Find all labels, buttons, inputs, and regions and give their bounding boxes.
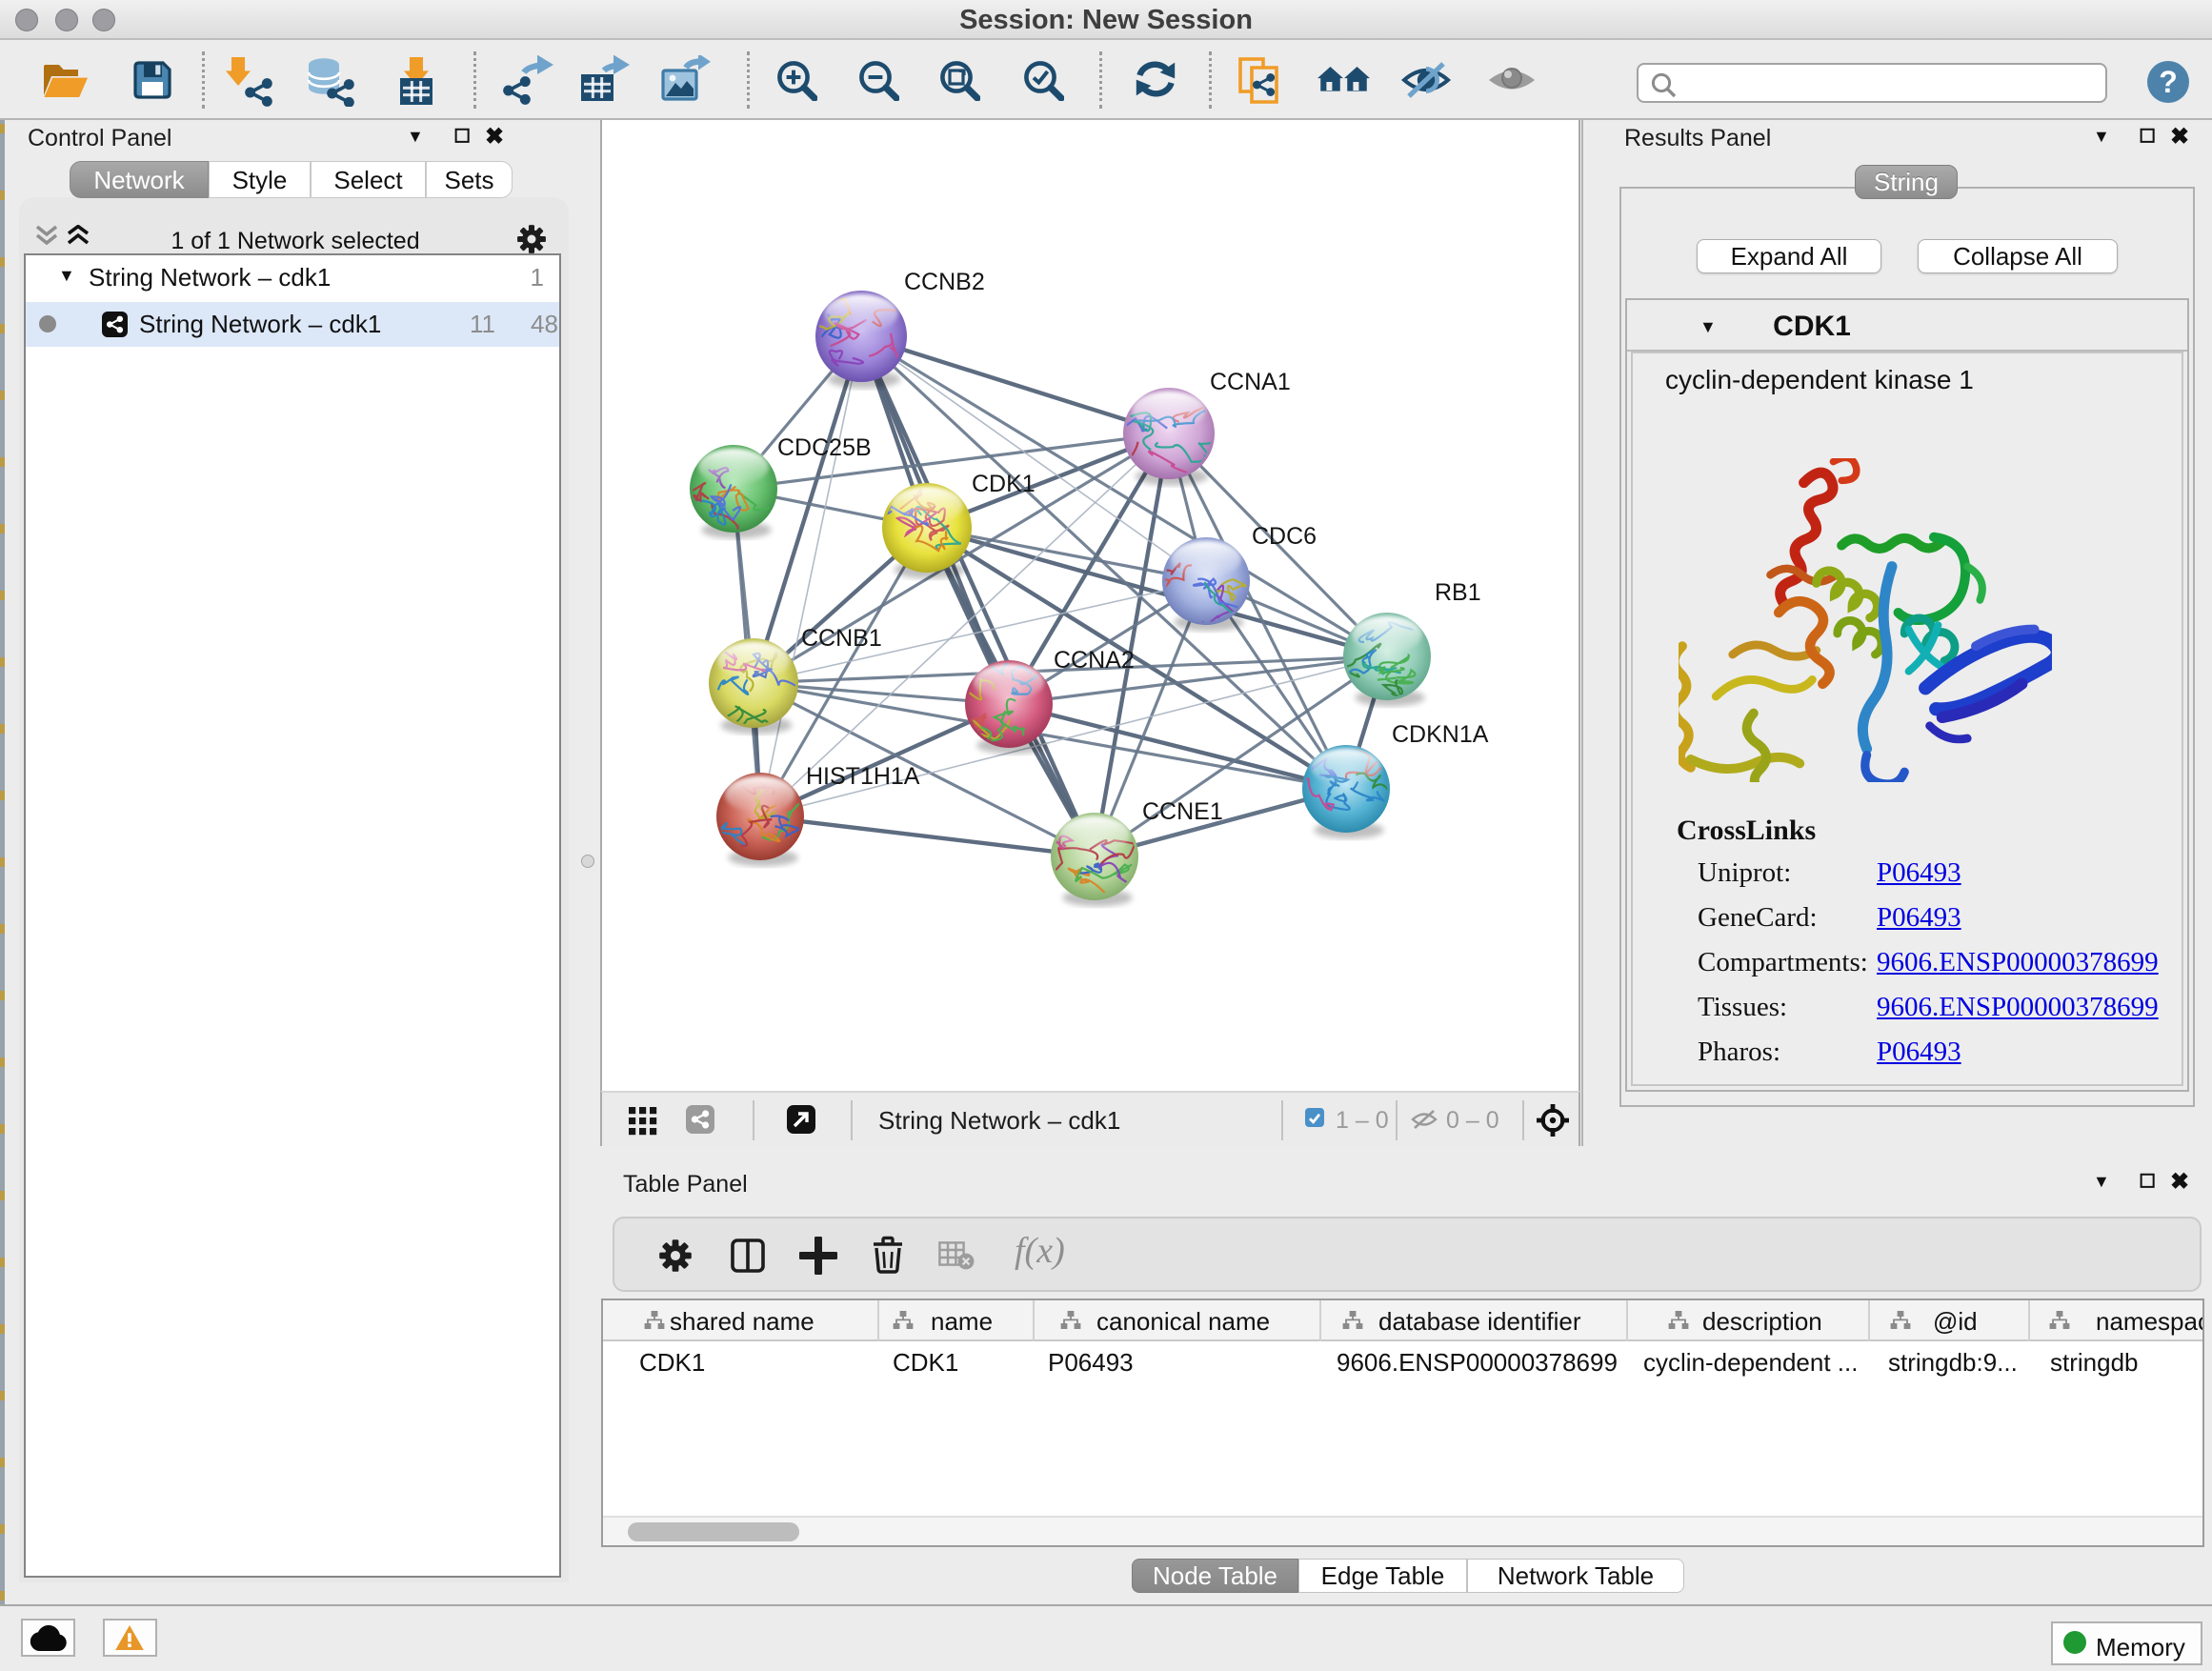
svg-text:CDC6: CDC6 (1252, 523, 1317, 550)
svg-text:?: ? (2159, 65, 2178, 99)
svg-text:CCNB1: CCNB1 (801, 625, 882, 652)
svg-text:CCNE1: CCNE1 (1142, 798, 1223, 825)
svg-text:CDK1: CDK1 (972, 471, 1036, 497)
svg-text:CDC25B: CDC25B (777, 434, 872, 461)
svg-text:CCNA1: CCNA1 (1210, 369, 1291, 395)
svg-text:HIST1H1A: HIST1H1A (806, 763, 920, 790)
svg-text:CCNB2: CCNB2 (904, 269, 985, 295)
svg-text:RB1: RB1 (1435, 579, 1481, 606)
svg-text:CCNA2: CCNA2 (1054, 647, 1135, 674)
svg-text:CDKN1A: CDKN1A (1392, 721, 1489, 748)
